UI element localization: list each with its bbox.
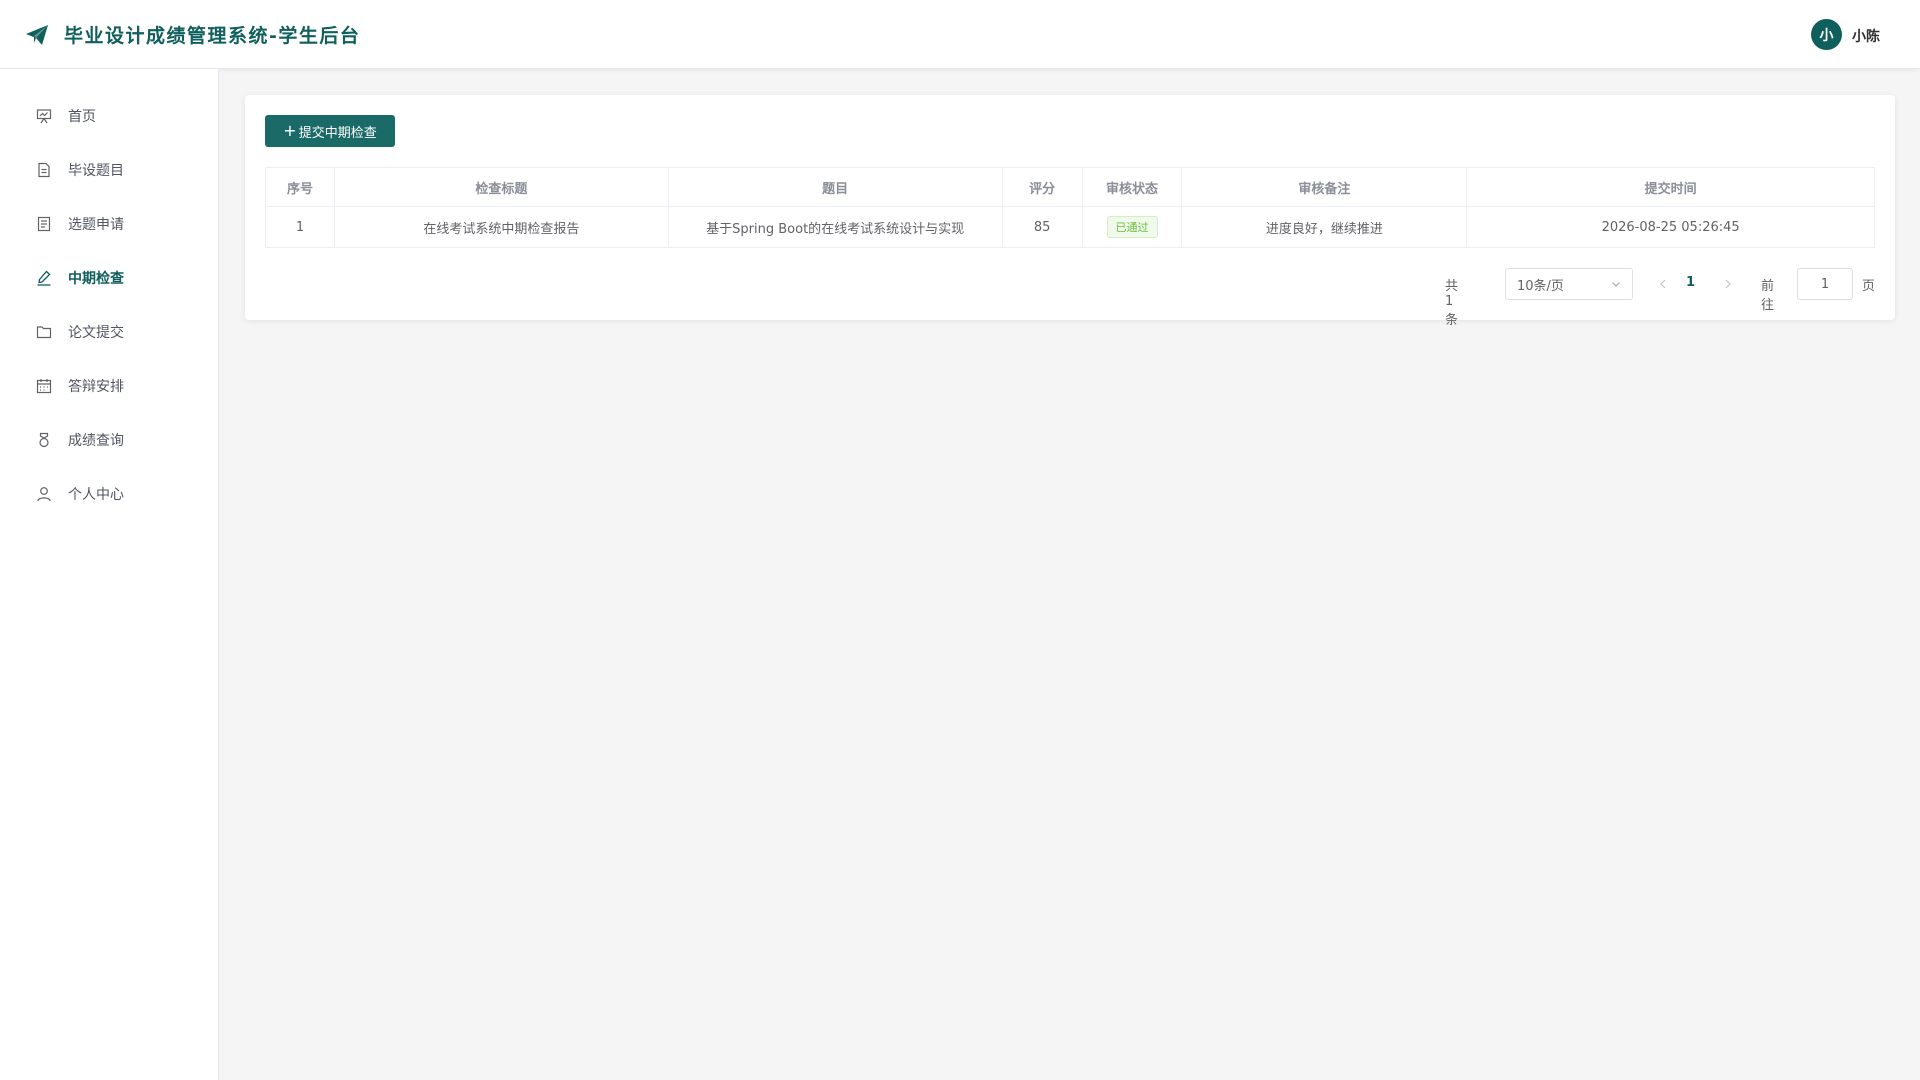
presentation-icon — [35, 107, 53, 125]
calendar-icon — [35, 377, 53, 395]
page-number-current[interactable]: 1 — [1686, 275, 1695, 290]
goto-page-input[interactable] — [1797, 268, 1853, 300]
cell-remark: 进度良好，继续推进 — [1181, 206, 1468, 248]
column-header-topic: 题目 — [667, 167, 1003, 207]
sidebar-item-home[interactable]: 首页 — [0, 89, 219, 143]
cell-submit-time: 2026-08-25 05:26:45 — [1466, 206, 1875, 248]
column-header-remark: 审核备注 — [1181, 167, 1468, 207]
document-icon — [35, 161, 53, 179]
list-document-icon — [35, 215, 53, 233]
avatar[interactable]: 小 — [1811, 19, 1842, 50]
cell-status: 已通过 — [1081, 206, 1183, 248]
sidebar-item-grades[interactable]: 成绩查询 — [0, 413, 219, 467]
sidebar-item-label: 选题申请 — [68, 217, 124, 233]
medal-icon — [35, 431, 53, 449]
sidebar-item-profile[interactable]: 个人中心 — [0, 467, 219, 521]
status-badge: 已通过 — [1106, 216, 1158, 238]
submit-midterm-check-button[interactable]: + 提交中期检查 — [265, 115, 395, 147]
sidebar: 首页 毕设题目 选题申请 中期检查 论文提交 答辩安排 成绩查询 个人中心 — [0, 69, 219, 1080]
goto-label: 前往 — [1761, 279, 1775, 313]
column-header-index: 序号 — [265, 167, 335, 207]
sidebar-item-label: 中期检查 — [68, 271, 124, 287]
submit-midterm-check-label: 提交中期检查 — [298, 125, 377, 141]
sidebar-item-defense[interactable]: 答辩安排 — [0, 359, 219, 413]
column-header-status: 审核状态 — [1081, 167, 1183, 207]
sidebar-item-label: 个人中心 — [68, 487, 124, 503]
sidebar-item-label: 毕设题目 — [68, 163, 124, 179]
table-row[interactable]: 1 在线考试系统中期检查报告 基于Spring Boot的在线考试系统设计与实现… — [265, 206, 1875, 248]
sidebar-item-midterm-check[interactable]: 中期检查 — [0, 251, 219, 305]
cell-topic: 基于Spring Boot的在线考试系统设计与实现 — [667, 206, 1003, 248]
column-header-submit-time: 提交时间 — [1466, 167, 1875, 207]
sidebar-item-topics[interactable]: 毕设题目 — [0, 143, 219, 197]
table-header-row: 序号 检查标题 题目 评分 审核状态 审核备注 提交时间 — [265, 167, 1875, 207]
page-size-value: 10条/页 — [1517, 278, 1564, 294]
user-name[interactable]: 小陈 — [1852, 26, 1880, 46]
midterm-check-table: 序号 检查标题 题目 评分 审核状态 审核备注 提交时间 1 在线考试系统中期检… — [265, 167, 1875, 248]
sidebar-item-application[interactable]: 选题申请 — [0, 197, 219, 251]
page-size-select[interactable]: 10条/页 — [1505, 268, 1633, 300]
prev-page-button[interactable] — [1657, 276, 1669, 295]
chevron-down-icon — [1610, 278, 1622, 294]
top-header: 毕业设计成绩管理系统-学生后台 小 小陈 — [0, 0, 1920, 69]
pagination-total: 共 1 条 — [1445, 279, 1459, 328]
next-page-button[interactable] — [1722, 276, 1734, 295]
column-header-score: 评分 — [1001, 167, 1083, 207]
plus-icon: + — [283, 121, 297, 140]
sidebar-item-label: 论文提交 — [68, 325, 124, 341]
app-title: 毕业设计成绩管理系统-学生后台 — [64, 25, 361, 47]
cell-index: 1 — [265, 206, 335, 248]
page-suffix-label: 页 — [1862, 279, 1876, 294]
folder-icon — [35, 323, 53, 341]
paper-plane-icon — [25, 23, 49, 47]
cell-check-title: 在线考试系统中期检查报告 — [333, 206, 669, 248]
sidebar-item-label: 首页 — [68, 109, 96, 125]
edit-pen-icon — [35, 269, 53, 287]
sidebar-item-label: 答辩安排 — [68, 379, 124, 395]
sidebar-item-label: 成绩查询 — [68, 433, 124, 449]
column-header-check-title: 检查标题 — [333, 167, 669, 207]
user-icon — [35, 485, 53, 503]
cell-score: 85 — [1001, 206, 1083, 248]
content-card: + 提交中期检查 序号 检查标题 题目 评分 审核状态 审核备注 提交时间 1 … — [245, 95, 1895, 328]
sidebar-item-thesis-submit[interactable]: 论文提交 — [0, 305, 219, 359]
